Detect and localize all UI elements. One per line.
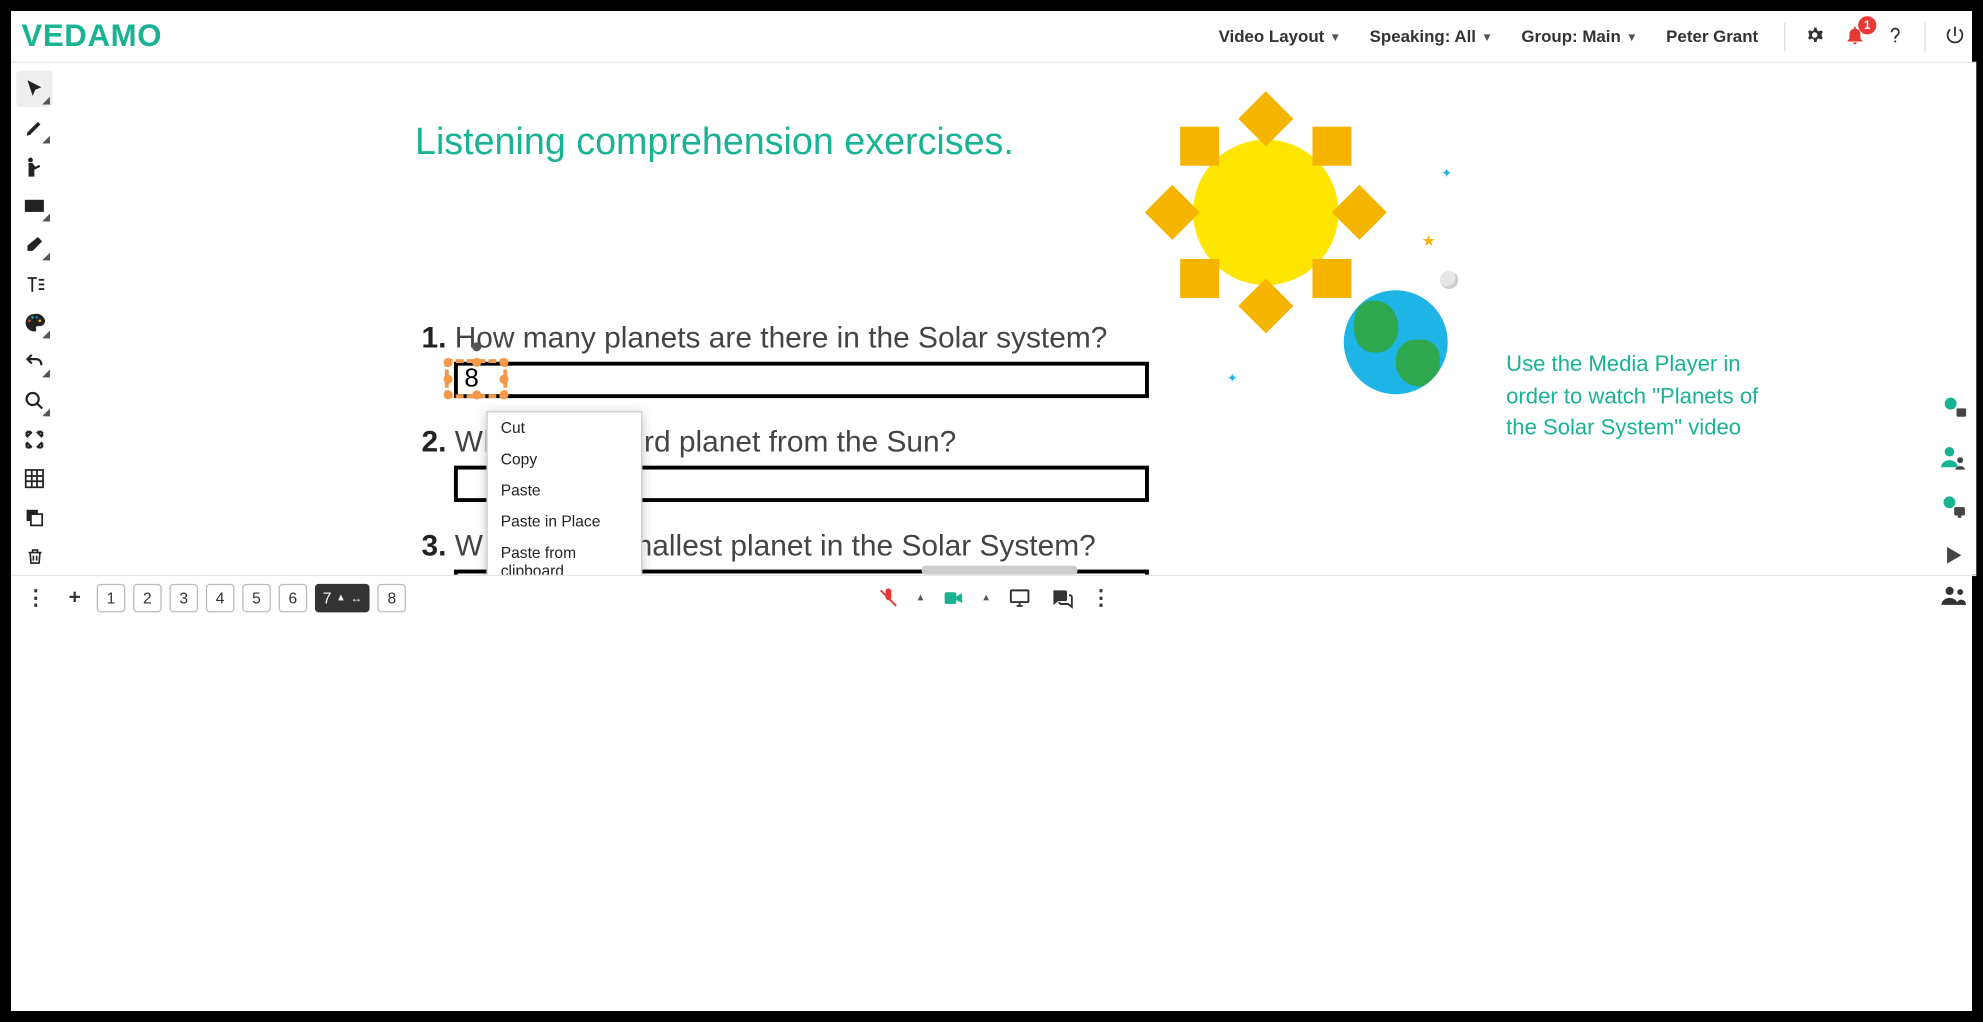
- presenter-icon: [23, 155, 46, 178]
- shape-tool[interactable]: [16, 188, 52, 224]
- play-media-icon[interactable]: [1939, 541, 1968, 570]
- ctx-paste[interactable]: Paste: [488, 475, 641, 506]
- text-tool[interactable]: [16, 266, 52, 302]
- select-tool[interactable]: [16, 71, 52, 107]
- speaking-menu[interactable]: Speaking: All ▼: [1370, 27, 1493, 46]
- notifications-button[interactable]: 1: [1844, 23, 1866, 49]
- add-page-button[interactable]: +: [60, 583, 89, 612]
- screenshare-icon[interactable]: [1939, 492, 1968, 521]
- screen-icon[interactable]: [1007, 586, 1030, 609]
- star-icon: ★: [1422, 232, 1436, 250]
- fit-tool[interactable]: [16, 421, 52, 457]
- moon-illustration: [1440, 271, 1458, 289]
- page-1[interactable]: 1: [97, 583, 126, 612]
- sparkle-icon: ✦: [1227, 372, 1238, 386]
- page-4[interactable]: 4: [206, 583, 235, 612]
- page-title: Listening comprehension exercises.: [415, 121, 1014, 164]
- power-button[interactable]: [1944, 23, 1966, 49]
- delete-tool[interactable]: [16, 538, 52, 574]
- user-name-label: Peter Grant: [1666, 27, 1758, 46]
- bottom-bar: ⋮ + 1 2 3 4 5 6 7 ▴ ↔ 8 ▴ ▴ ⋮: [11, 575, 1976, 619]
- tool-palette: [11, 63, 58, 575]
- grid-icon: [24, 468, 45, 489]
- color-tool[interactable]: [16, 305, 52, 341]
- group-label: Group: Main: [1521, 27, 1620, 46]
- camera-options-icon[interactable]: ▴: [983, 590, 989, 604]
- earth-illustration: [1344, 290, 1448, 394]
- right-rail: [1930, 393, 1977, 575]
- more-options-icon[interactable]: ⋮: [1091, 585, 1112, 611]
- chevron-down-icon: ▼: [1481, 30, 1493, 43]
- page-5[interactable]: 5: [242, 583, 271, 612]
- copy-icon: [24, 507, 45, 528]
- rectangle-icon: [24, 198, 45, 214]
- sun-illustration: [1162, 108, 1370, 316]
- question-1: 1. How many planets are there in the Sol…: [421, 320, 1107, 355]
- mic-options-icon[interactable]: ▴: [918, 590, 924, 604]
- participants-icon[interactable]: [1939, 442, 1968, 471]
- copy-tool[interactable]: [16, 499, 52, 535]
- ctx-copy[interactable]: Copy: [488, 444, 641, 475]
- brand-logo: VEDAMO: [21, 18, 162, 54]
- selected-element-value: 8: [464, 364, 478, 394]
- av-controls: ▴ ▴ ⋮: [876, 585, 1111, 611]
- settings-button[interactable]: [1804, 23, 1826, 49]
- grid-tool[interactable]: [16, 460, 52, 496]
- text-icon: [23, 273, 45, 295]
- page-3[interactable]: 3: [169, 583, 198, 612]
- topbar: VEDAMO Video Layout ▼ Speaking: All ▼ Gr…: [11, 11, 1976, 63]
- media-hint: Use the Media Player in order to watch "…: [1506, 349, 1766, 445]
- gear-icon: [1804, 23, 1826, 45]
- help-icon: [1884, 23, 1906, 45]
- ctx-cut[interactable]: Cut: [488, 412, 641, 443]
- notif-badge: 1: [1858, 16, 1876, 34]
- pen-tool[interactable]: [16, 110, 52, 146]
- help-button[interactable]: [1884, 23, 1906, 49]
- answer-box-1[interactable]: [454, 362, 1149, 398]
- camera-icon[interactable]: [942, 586, 965, 609]
- zoom-tool[interactable]: [16, 383, 52, 419]
- page-7-current[interactable]: 7 ▴ ↔: [315, 583, 370, 612]
- video-layout-label: Video Layout: [1219, 27, 1325, 46]
- ctx-paste-clipboard[interactable]: Paste from clipboard: [488, 537, 641, 575]
- sparkle-icon: ✦: [1441, 167, 1452, 181]
- mic-muted-icon[interactable]: [876, 586, 899, 609]
- context-menu: Cut Copy Paste Paste in Place Paste from…: [486, 411, 642, 575]
- people-icon: [1940, 584, 1969, 607]
- pointer-tool[interactable]: [16, 149, 52, 185]
- trash-icon: [25, 546, 44, 567]
- page-up-icon: ▴: [338, 590, 344, 604]
- fit-screen-icon: [24, 429, 45, 450]
- chevron-down-icon: ▼: [1626, 30, 1638, 43]
- h-scrollbar[interactable]: [921, 566, 1077, 575]
- chevron-down-icon: ▼: [1329, 30, 1341, 43]
- chat-icon[interactable]: [1049, 586, 1072, 609]
- page-swap-icon: ↔: [350, 591, 362, 604]
- user-video-icon[interactable]: [1939, 393, 1968, 422]
- group-menu[interactable]: Group: Main ▼: [1521, 27, 1637, 46]
- user-name[interactable]: Peter Grant: [1666, 27, 1758, 46]
- page-more-button[interactable]: ⋮: [19, 583, 53, 612]
- undo-tool[interactable]: [16, 344, 52, 380]
- participants-panel-button[interactable]: [1940, 584, 1969, 611]
- whiteboard-canvas[interactable]: Listening comprehension exercises. 1. Ho…: [58, 63, 1977, 575]
- page-6[interactable]: 6: [279, 583, 308, 612]
- page-8[interactable]: 8: [378, 583, 407, 612]
- ctx-paste-in-place[interactable]: Paste in Place: [488, 506, 641, 537]
- page-2[interactable]: 2: [133, 583, 162, 612]
- eraser-tool[interactable]: [16, 227, 52, 263]
- video-layout-menu[interactable]: Video Layout ▼: [1219, 27, 1342, 46]
- speaking-label: Speaking: All: [1370, 27, 1476, 46]
- power-icon: [1944, 23, 1966, 45]
